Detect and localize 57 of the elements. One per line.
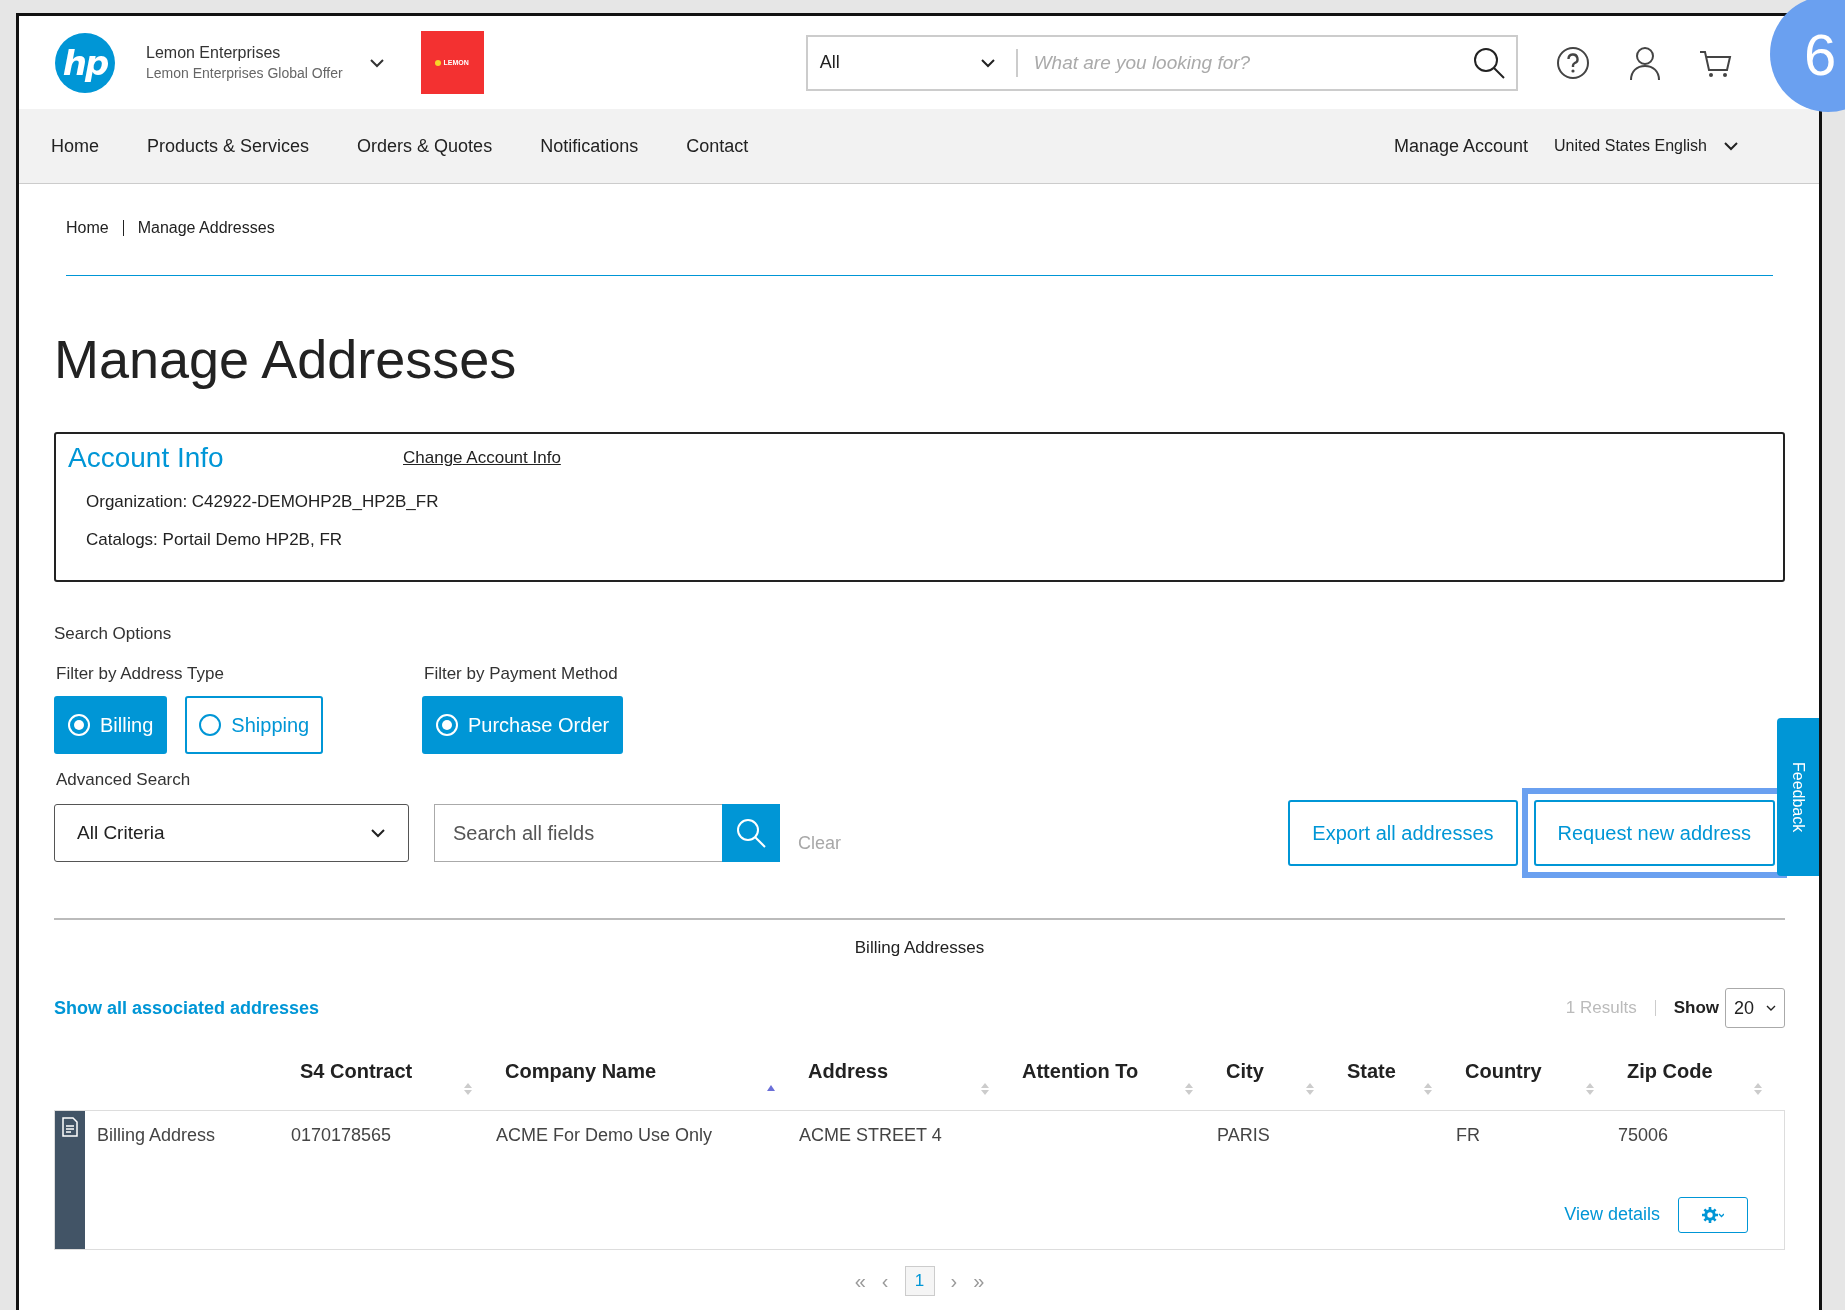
show-label: Show [1673, 998, 1719, 1018]
search-options-heading: Search Options [54, 624, 173, 644]
table-cell-text: FR [1456, 1124, 1481, 1146]
advanced-search-label: Advanced Search [56, 770, 192, 790]
section-title: Billing Addresses [853, 938, 986, 958]
nav-link[interactable]: Products & Services [147, 135, 310, 157]
chevron-down-icon [979, 57, 996, 68]
table-cell-text: PARIS [1217, 1124, 1271, 1146]
table-cell-text: ACME STREET 4 [799, 1124, 943, 1146]
page-size-select[interactable]: 20 [1725, 988, 1785, 1028]
column-header[interactable]: Zip Code [1627, 1060, 1713, 1083]
breadcrumb-link[interactable]: Manage Addresses [137, 219, 275, 237]
manage-account-link[interactable]: Manage Account [1393, 135, 1528, 157]
account-detail: Organization: C42922-DEMOHP2B_HP2B_FR [86, 492, 440, 512]
chevron-down-icon[interactable] [368, 57, 385, 68]
language-select[interactable]: United States English [1554, 137, 1707, 155]
search-icon [735, 817, 767, 849]
column-header[interactable]: S4 Contract [300, 1060, 413, 1083]
table-cell-text: Billing Address [96, 1124, 217, 1146]
document-icon [62, 1117, 78, 1137]
column-header[interactable]: Address [808, 1060, 889, 1083]
column-header[interactable]: State [1347, 1060, 1396, 1083]
search-button[interactable] [722, 804, 780, 862]
search-field[interactable]: Search all fields [434, 804, 722, 862]
criteria-select[interactable]: All Criteria [54, 804, 409, 862]
chevron-down-icon [370, 828, 386, 838]
settings-menu-button[interactable] [1678, 1197, 1748, 1233]
filter-label: Filter by Address Type [56, 664, 225, 684]
breadcrumb-link[interactable]: Home [66, 219, 109, 237]
company-name: Lemon Enterprises [146, 44, 282, 62]
step-badge: 6 [1770, 0, 1845, 112]
offer-name: Lemon Enterprises Global Offer [146, 65, 343, 81]
results-count: 1 Results [1565, 998, 1637, 1018]
user-icon[interactable] [1627, 44, 1662, 81]
nav-link[interactable]: Notifications [540, 135, 639, 157]
chevron-down-icon[interactable] [1723, 141, 1739, 151]
table-cell-text: 0170178565 [291, 1124, 393, 1146]
gear-icon [1702, 1206, 1724, 1224]
chevron-down-icon [1766, 1004, 1776, 1012]
help-icon[interactable] [1555, 45, 1590, 80]
column-header[interactable]: Company Name [505, 1060, 657, 1083]
table-cell-text: 75006 [1618, 1124, 1670, 1146]
account-info-heading: Account Info [68, 442, 225, 474]
column-header[interactable]: Attention To [1022, 1060, 1139, 1083]
search-icon[interactable] [1471, 45, 1506, 80]
category-select[interactable]: All [819, 52, 980, 73]
account-detail: Catalogs: Portail Demo HP2B, FR [86, 530, 344, 550]
page-title: Manage Addresses [54, 328, 518, 391]
filter-label: Filter by Payment Method [424, 664, 619, 684]
search-bar[interactable]: All What are you looking for? [805, 34, 1518, 91]
column-header[interactable]: Country [1465, 1060, 1542, 1083]
change-account-link[interactable]: Change Account Info [403, 448, 561, 468]
nav-link[interactable]: Home [51, 135, 99, 157]
nav-link[interactable]: Contact [686, 135, 749, 157]
column-header[interactable]: City [1226, 1060, 1264, 1083]
table-cell-text: ACME For Demo Use Only [496, 1124, 714, 1146]
nav-link[interactable]: Orders & Quotes [357, 135, 493, 157]
